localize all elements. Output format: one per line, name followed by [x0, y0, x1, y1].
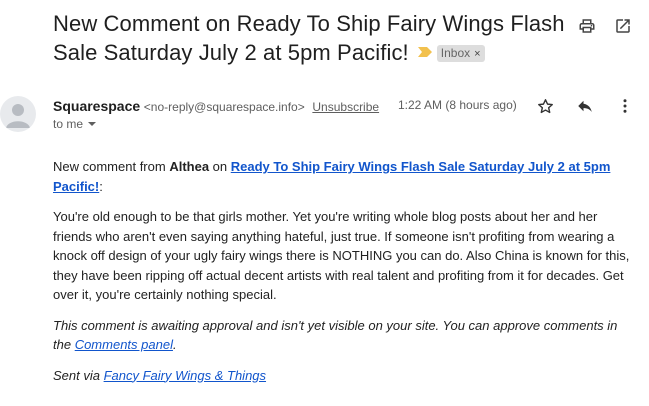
comment-intro: New comment from Althea on Ready To Ship… [53, 157, 633, 196]
intro-suffix: : [99, 178, 103, 194]
approval-notice: This comment is awaiting approval and is… [53, 316, 633, 355]
print-icon[interactable] [577, 16, 597, 36]
chevron-down-icon [88, 122, 97, 126]
email-subject-row: New Comment on Ready To Ship Fairy Wings… [53, 9, 573, 67]
remove-label-icon[interactable]: × [474, 48, 480, 60]
unsubscribe-link[interactable]: Unsubscribe [312, 100, 379, 114]
sender-name[interactable]: Squarespace [53, 98, 140, 114]
more-vertical-icon[interactable] [615, 96, 635, 116]
email-subject: New Comment on Ready To Ship Fairy Wings… [53, 11, 565, 65]
email-body: New comment from Althea on Ready To Ship… [53, 157, 633, 396]
top-actions [577, 16, 633, 36]
intro-prefix: New comment from [53, 159, 170, 174]
intro-mid: on [209, 159, 231, 174]
inbox-label-chip[interactable]: Inbox × [436, 45, 485, 63]
comments-panel-link[interactable]: Comments panel [75, 337, 173, 352]
importance-marker-icon[interactable] [417, 45, 433, 63]
sender-row: Squarespace <no-reply@squarespace.info> … [53, 97, 379, 116]
commenter-name: Althea [169, 159, 210, 174]
sent-via: Sent via Fancy Fairy Wings & Things [53, 366, 633, 386]
recipient-text: to me [53, 117, 84, 131]
inbox-label-text: Inbox [440, 46, 471, 61]
site-link[interactable]: Fancy Fairy Wings & Things [104, 368, 266, 383]
sender-avatar[interactable] [0, 96, 36, 132]
approval-end: . [172, 337, 177, 352]
sender-email: <no-reply@squarespace.info> [143, 100, 305, 114]
recipient-details-toggle[interactable]: to me [53, 117, 97, 131]
open-in-new-window-icon[interactable] [613, 16, 633, 36]
star-icon[interactable] [535, 96, 555, 116]
person-avatar-icon [6, 104, 30, 128]
email-timestamp: 1:22 AM (8 hours ago) [398, 98, 517, 112]
reply-icon[interactable] [575, 96, 595, 116]
message-actions [535, 96, 635, 116]
comment-text: You're old enough to be that girls mothe… [53, 209, 630, 302]
sent-via-prefix: Sent via [53, 367, 104, 383]
